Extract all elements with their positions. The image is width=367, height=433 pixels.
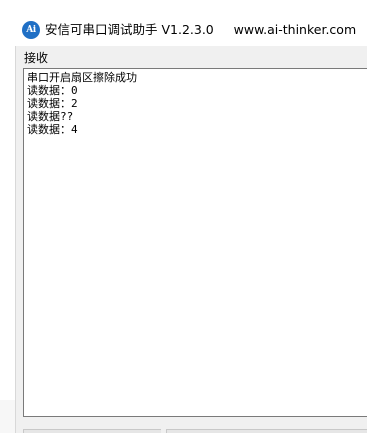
receive-line: 读数据?? xyxy=(27,110,74,123)
app-logo-icon: Ai xyxy=(22,21,40,39)
window-left-margin-bottom xyxy=(0,400,15,433)
app-window: Ai 安信可串口调试助手 V1.2.3.0 www.ai-thinker.com… xyxy=(0,0,367,433)
window-left-margin xyxy=(0,46,15,433)
receive-line: 串口开启扇区擦除成功 xyxy=(27,71,137,84)
bottom-panel-left xyxy=(23,429,161,433)
receive-group-label: 接收 xyxy=(24,51,49,65)
receive-textarea[interactable]: 串口开启扇区擦除成功 读数据：0 读数据：2 读数据?? 读数据：4 xyxy=(23,68,367,417)
bottom-panel-edge xyxy=(23,429,367,433)
title-bar[interactable]: Ai 安信可串口调试助手 V1.2.3.0 www.ai-thinker.com xyxy=(0,0,367,46)
receive-line: 读数据：0 xyxy=(27,84,78,97)
receive-line: 读数据：4 xyxy=(27,123,78,136)
window-title: 安信可串口调试助手 V1.2.3.0 www.ai-thinker.com xyxy=(45,22,357,37)
receive-line: 读数据：2 xyxy=(27,97,78,110)
app-logo-text: Ai xyxy=(26,25,36,35)
bottom-panel-right xyxy=(166,429,367,433)
client-area: 接收 串口开启扇区擦除成功 读数据：0 读数据：2 读数据?? 读数据：4 xyxy=(15,46,367,433)
